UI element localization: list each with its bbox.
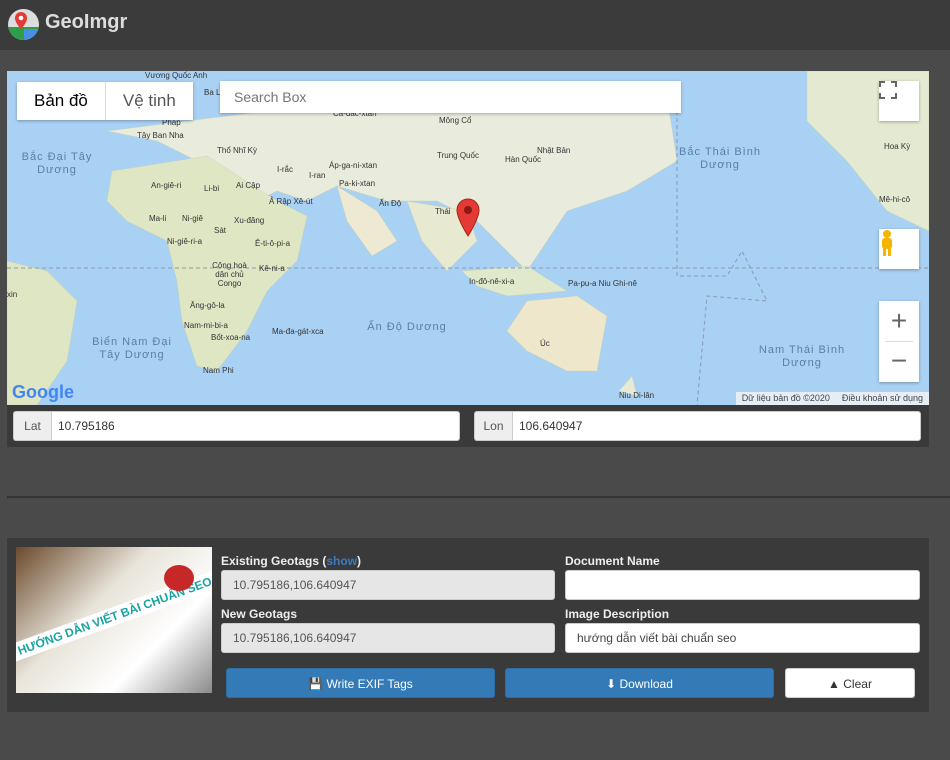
map-place-label: Hàn Quốc [505,155,542,164]
map-pin-logo-icon [8,9,39,40]
map-place-label: Nhật Bản [537,146,571,155]
download-icon: ⬇ [606,677,617,691]
map-place-label: Mông Cổ [439,116,472,125]
map-type-satellite-button[interactable]: Vệ tinh [106,82,193,120]
map-canvas[interactable]: Vương Quốc Anh Ba Lan Pháp Ca-dắc-xtan Mông … [7,71,929,405]
document-name-label: Document Name [565,554,660,568]
map-place-label: Ăng-gô-la [190,301,225,310]
map-place-label: An-giê-ri [151,181,182,190]
map-place-label: Ê-ti-ô-pi-a [255,239,291,248]
street-view-pegman-button[interactable] [879,229,919,269]
map-place-label: Ni-giê-ri-a [167,237,203,246]
divider [7,496,950,498]
image-panel: HƯỚNG DẪN VIẾT BÀI CHUẨN SEO Existing Ge… [7,538,929,712]
map-place-label: Sát [214,226,227,235]
zoom-control: + − [879,301,919,382]
map-place-label: In-đô-nê-xi-a [469,277,515,286]
map-place-label: Pa-ki-xtan [339,179,376,188]
map-type-control: Bản đồ Vệ tinh [17,82,193,120]
clear-button[interactable]: ▲ Clear [785,668,915,698]
map-place-label: Mê-hi-cô [879,195,911,204]
map-ocean-label: Biển Nam Đại Tây Dương [92,336,172,361]
new-geotags-field[interactable] [221,623,555,653]
map-place-label: Kê-ni-a [259,264,285,273]
write-exif-button[interactable]: 💾 Write EXIF Tags [226,668,495,698]
map-place-label: Úc [540,339,550,348]
map-place-label: I-rắc [277,165,293,174]
map-place-label: Thái [435,207,451,216]
lat-group: Lat [13,411,460,441]
map-place-label: Vương Quốc Anh [145,71,208,80]
map-place-label: Ni-giê [182,214,203,223]
map-place-label: Bốt-xoa-na [211,333,251,342]
existing-geotags-field[interactable] [221,570,555,600]
save-icon: 💾 [308,677,324,691]
map-ocean-label: Ấn Độ Dương [367,321,447,333]
map-type-roadmap-button[interactable]: Bản đồ [17,82,106,120]
map-place-label: Pa-pu-a Niu Ghi-nê [568,279,637,288]
map-place-label: Hoa Kỳ [884,142,911,151]
map-search-input[interactable] [220,81,681,113]
pegman-icon [882,230,892,256]
map-place-label: Ả Rập Xê-út [269,197,313,206]
fullscreen-button[interactable] [879,81,919,121]
terms-link[interactable]: Điều khoản sử dụng [842,393,923,404]
map-place-label: xin [7,290,18,299]
image-description-label: Image Description [565,607,670,621]
document-name-input[interactable] [565,570,920,600]
map-ocean-label: Nam Thái Bình Dương [758,344,846,369]
new-geotags-label: New Geotags [221,607,298,621]
map-place-label: Ấn Độ [379,199,402,208]
eraser-icon: ▲ [828,677,840,691]
show-link[interactable]: show [326,554,357,568]
existing-geotags-label: Existing Geotags (show) [221,554,362,568]
lat-input[interactable] [51,411,460,441]
map-place-label: Niu Di-lân [619,391,655,400]
map-place-label: Ma-li [149,214,167,223]
lat-label: Lat [13,411,51,441]
lon-group: Lon [474,411,921,441]
map-place-label: Li-bi [204,184,220,193]
map-place-label: Công hoà dân chủ Congo [212,261,247,288]
image-description-input[interactable] [565,623,920,653]
map-ocean-label: Bắc Đại Tây Dương [21,151,93,176]
map-attribution: Dữ liệu bản đồ ©2020 [741,393,830,403]
zoom-in-button[interactable]: + [891,301,907,341]
map-place-label: Nam Phi [203,366,234,375]
google-logo: Google [12,382,74,402]
map-place-label: Áp-ga-ni-xtan [329,161,378,170]
download-button[interactable]: ⬇ Download [505,668,774,698]
map-section: Vương Quốc Anh Ba Lan Pháp Ca-dắc-xtan Mông … [7,71,929,447]
map-place-label: Thổ Nhĩ Kỳ [217,146,258,155]
app-title: GeoImgr [45,11,128,33]
map-place-label: Trung Quốc [437,151,479,160]
zoom-out-button[interactable]: − [891,342,907,382]
app-header: GeoImgr [0,0,950,50]
map-place-label: Tây Ban Nha [137,131,184,140]
map-place-label: I-ran [309,171,326,180]
lon-label: Lon [474,411,512,441]
map-ocean-label: Bắc Thái Bình Dương [679,146,761,171]
fullscreen-icon [879,81,897,99]
image-thumbnail: HƯỚNG DẪN VIẾT BÀI CHUẨN SEO [16,547,212,693]
map-place-label: Nam-mi-bi-a [184,321,228,330]
lon-input[interactable] [512,411,921,441]
map-place-label: Ma-đa-gát-xca [272,327,324,336]
map-place-label: Ai Cập [236,181,261,190]
map-place-label: Xu-đăng [234,216,265,225]
